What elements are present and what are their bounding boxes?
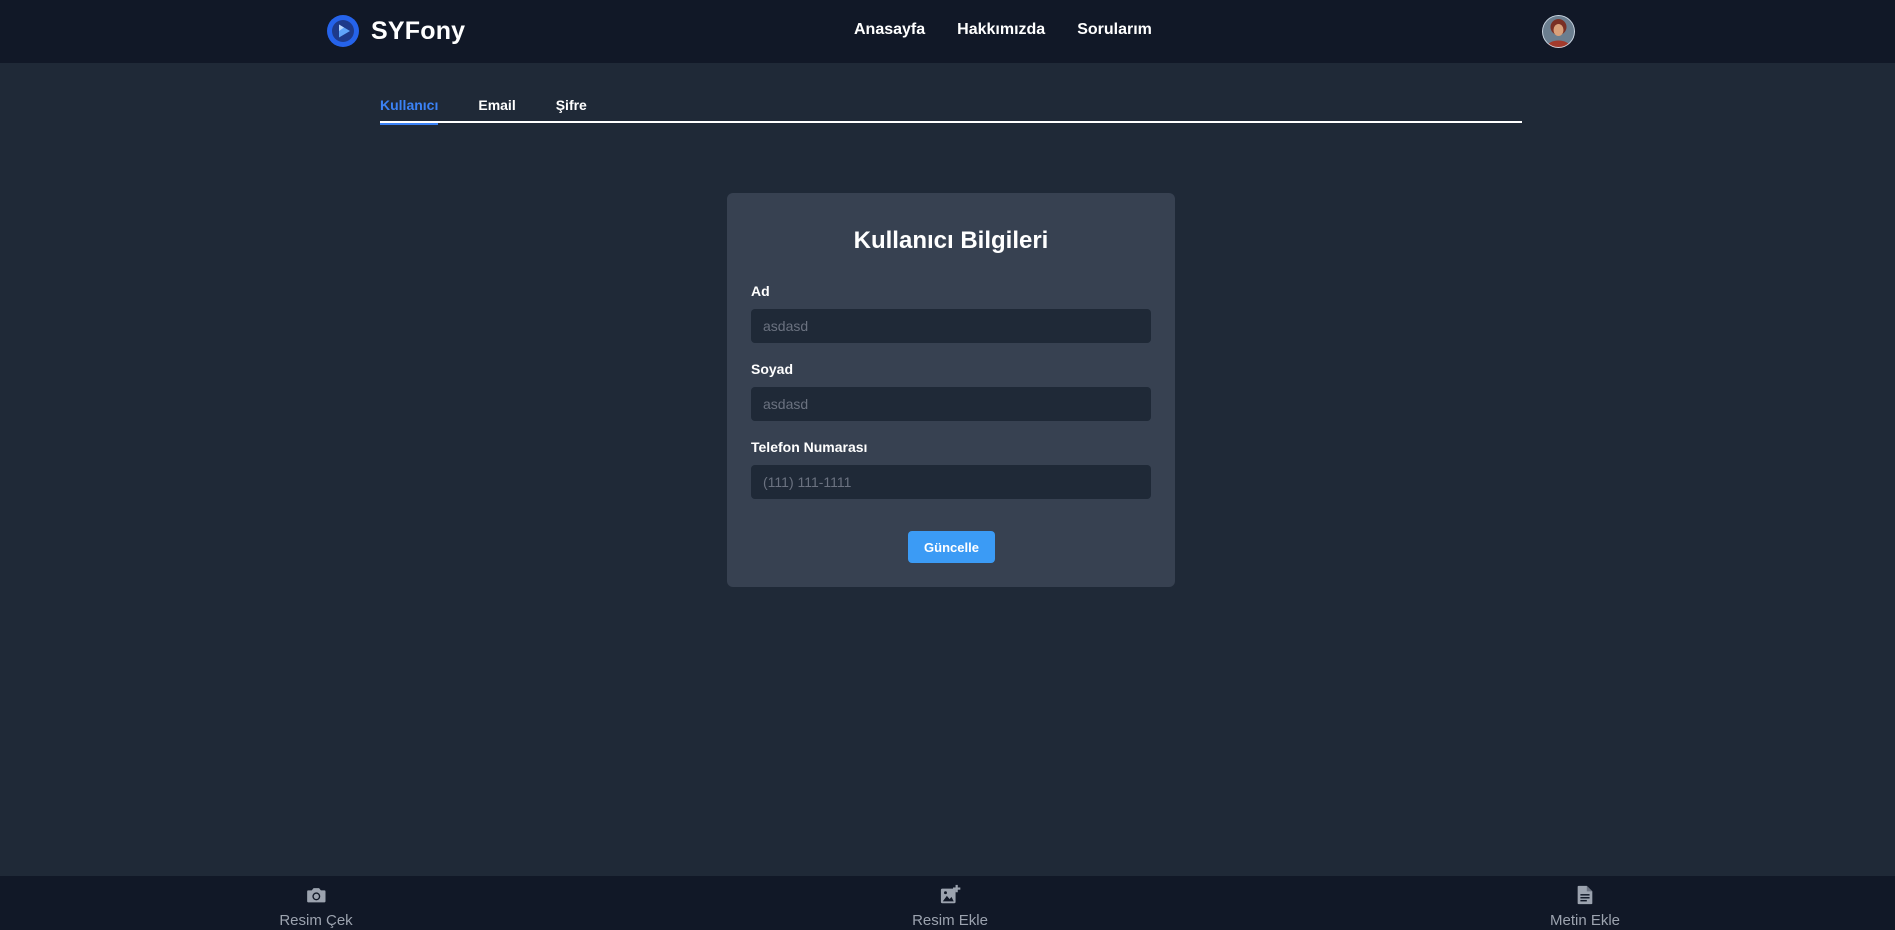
brand-name: SYFony [371, 16, 466, 45]
update-button[interactable]: Güncelle [908, 531, 995, 563]
nav-link-hakkimizda[interactable]: Hakkımızda [957, 21, 1045, 39]
first-name-label: Ad [751, 283, 770, 299]
add-image-icon [940, 884, 961, 904]
first-name-input[interactable] [751, 309, 1151, 343]
take-photo-button[interactable]: Resim Çek [279, 884, 353, 929]
settings-tabs: Kullanıcı Email Şifre [380, 94, 1522, 125]
brand-logo-icon [327, 15, 359, 47]
add-image-label: Resim Ekle [912, 912, 988, 929]
phone-label: Telefon Numarası [751, 439, 868, 455]
card-title: Kullanıcı Bilgileri [853, 227, 1049, 254]
last-name-label: Soyad [751, 361, 794, 377]
phone-input[interactable] [751, 465, 1151, 499]
user-info-card: Kullanıcı Bilgileri Ad Soyad Telefon Num… [727, 193, 1175, 587]
take-photo-label: Resim Çek [279, 912, 353, 929]
nav-link-anasayfa[interactable]: Anasayfa [854, 21, 925, 39]
add-image-button[interactable]: Resim Ekle [912, 884, 988, 929]
top-navbar: SYFony Anasayfa Hakkımızda Sorularım [0, 0, 1895, 63]
add-text-button[interactable]: Metin Ekle [1550, 884, 1620, 929]
brand-link[interactable]: SYFony [327, 15, 465, 47]
camera-icon [306, 888, 326, 903]
avatar-image [1542, 15, 1575, 48]
tab-sifre[interactable]: Şifre [556, 94, 587, 123]
last-name-input[interactable] [751, 387, 1151, 421]
document-icon [1577, 885, 1593, 905]
add-text-label: Metin Ekle [1549, 912, 1621, 929]
user-avatar[interactable] [1542, 15, 1575, 48]
tab-email[interactable]: Email [478, 94, 515, 123]
bottom-action-bar: Resim Çek Resim Ekle Metin Ekle [0, 876, 1895, 930]
tab-kullanici[interactable]: Kullanıcı [380, 94, 439, 125]
main-nav: Anasayfa Hakkımızda Sorularım [854, 21, 1152, 39]
nav-link-sorularim[interactable]: Sorularım [1077, 21, 1152, 39]
